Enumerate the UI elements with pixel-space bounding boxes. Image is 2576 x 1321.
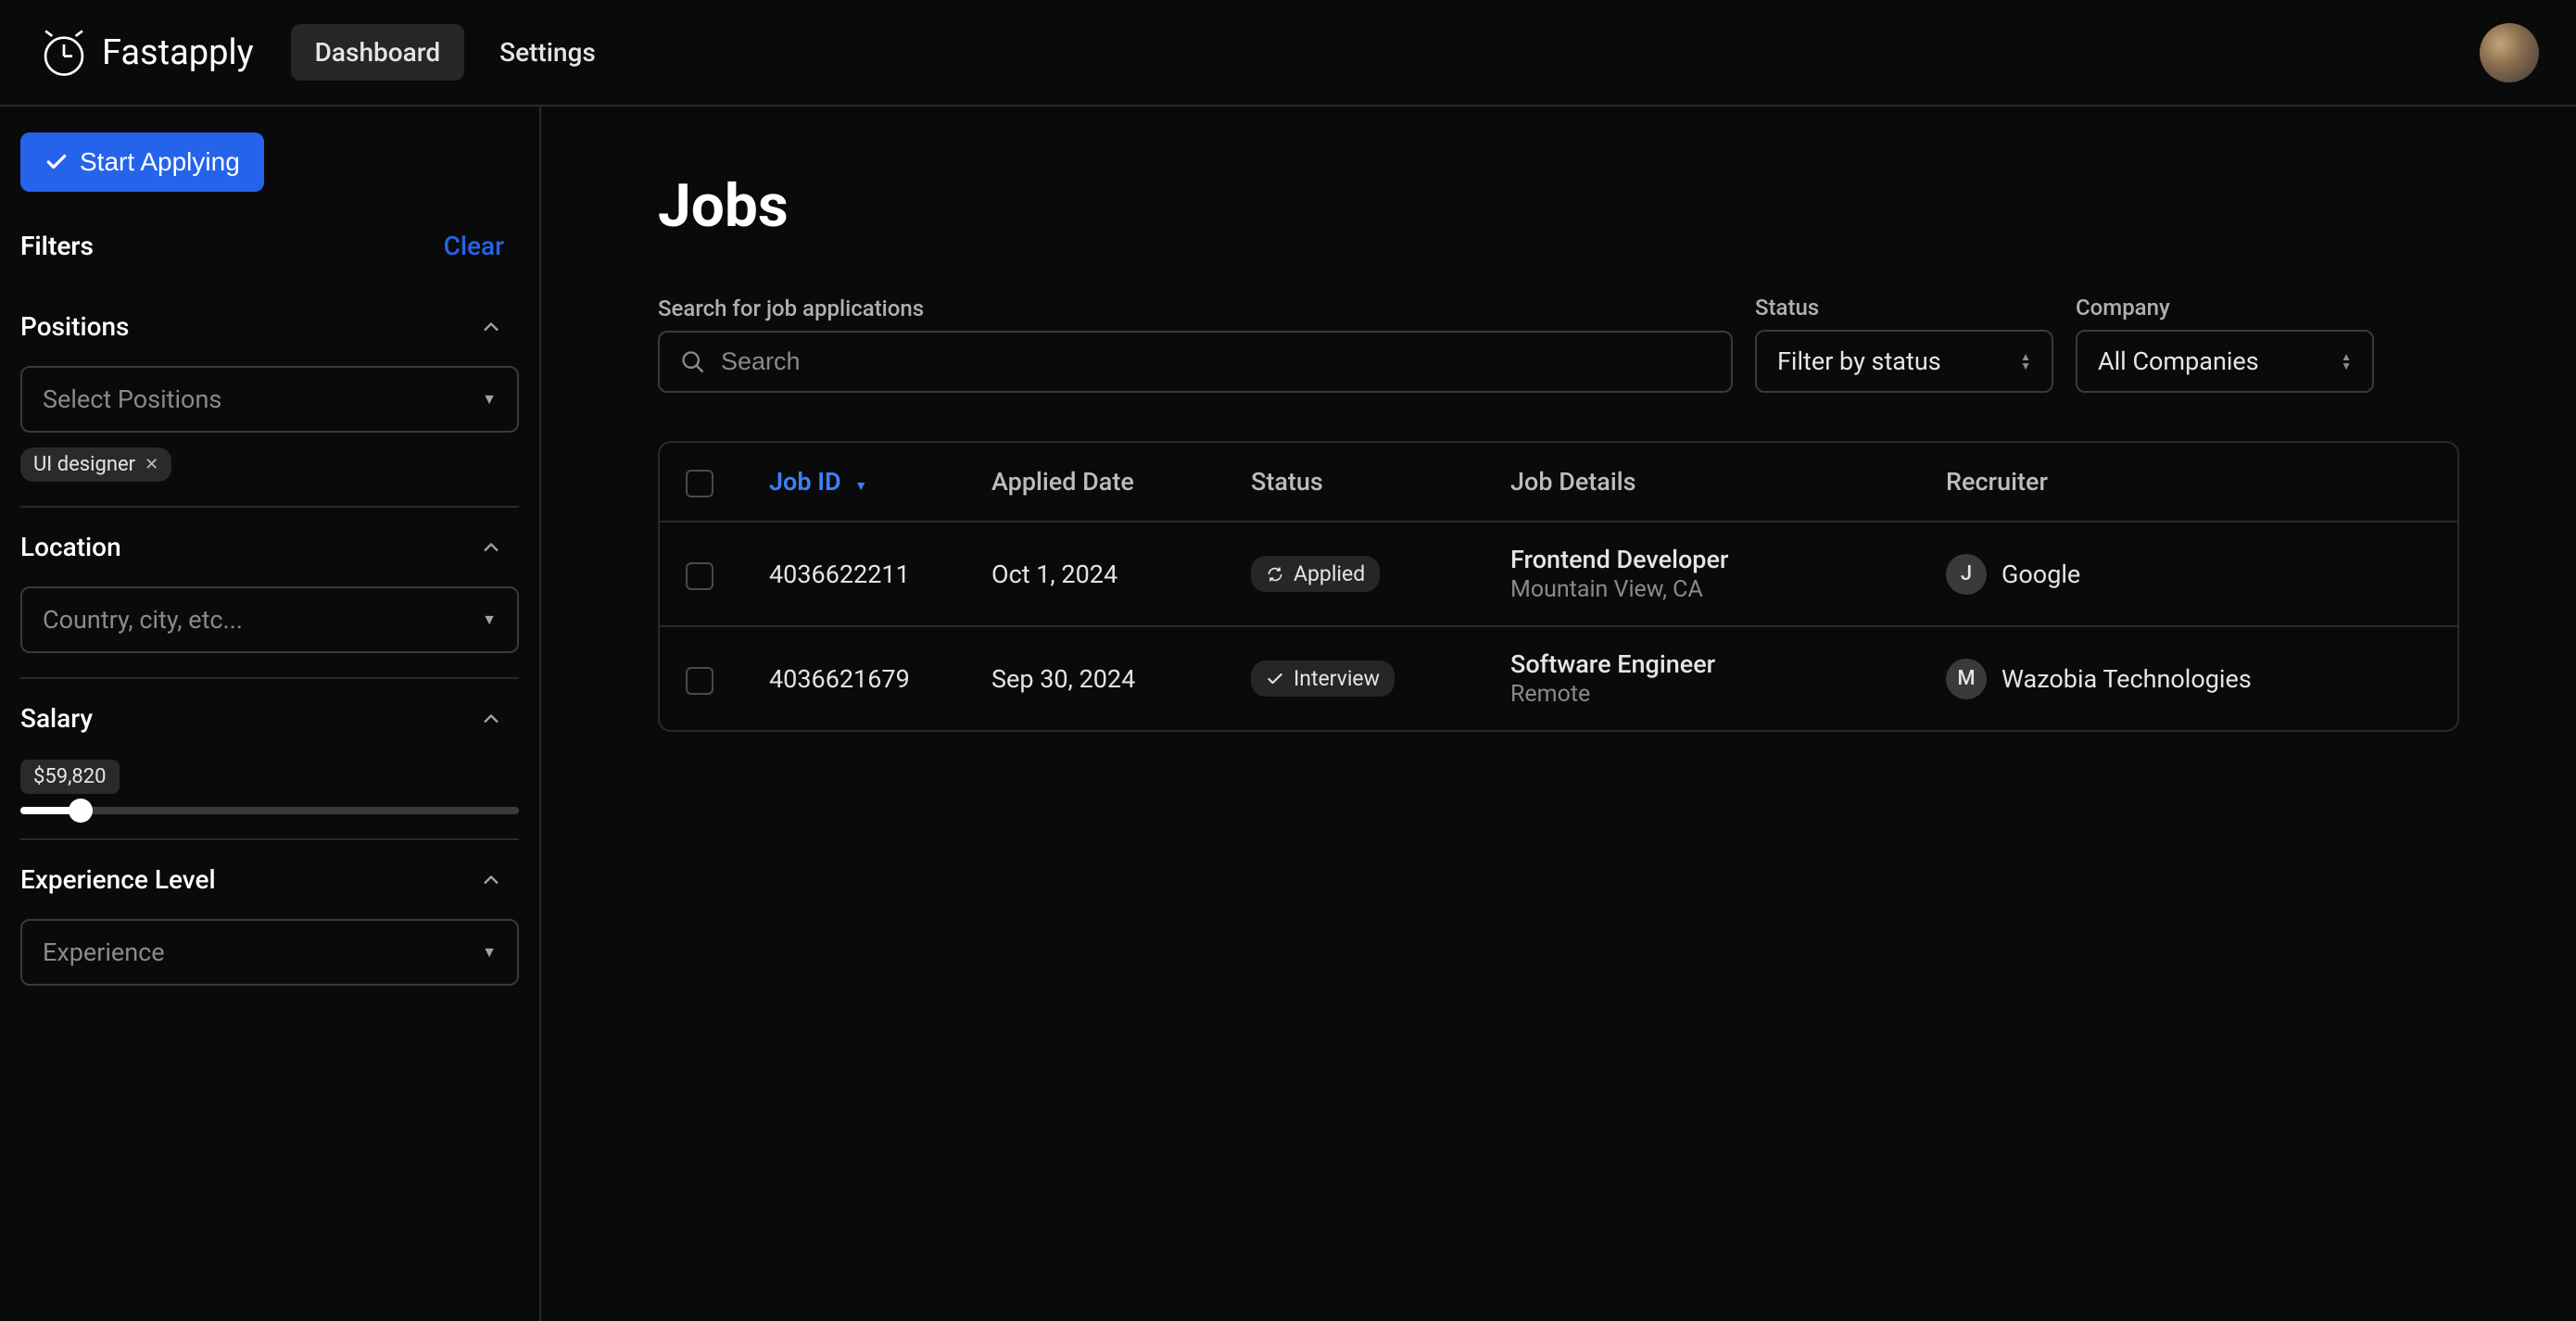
jobs-table: Job ID ▼ Applied Date Status Job Details… [658,441,2459,732]
dropdown-icon: ▼ [482,943,497,962]
status-value: Filter by status [1777,346,1941,376]
positions-placeholder: Select Positions [43,384,221,414]
sort-icon: ▲▼ [2341,352,2352,371]
clear-filters-link[interactable]: Clear [444,231,519,261]
filter-location: Location Country, city, etc... ▼ [20,506,519,677]
dropdown-icon: ▼ [482,390,497,409]
search-label: Search for job applications [658,296,1733,321]
table-header-row: Job ID ▼ Applied Date Status Job Details… [660,443,2457,522]
filter-location-title: Location [20,532,121,562]
experience-select[interactable]: Experience ▼ [20,919,519,986]
status-select[interactable]: Filter by status ▲▼ [1755,330,2053,393]
company-value: All Companies [2098,346,2259,376]
filter-experience-title: Experience Level [20,864,216,895]
cell-date: Sep 30, 2024 [966,626,1225,730]
position-chip: UI designer ✕ [20,447,171,482]
cell-job-details: Software Engineer Remote [1484,626,1920,730]
cell-recruiter: M Wazobia Technologies [1946,659,2431,699]
table-row[interactable]: 4036621679 Sep 30, 2024 Interview So [660,626,2457,730]
search-row: Search for job applications Status Filte… [658,295,2459,393]
recruiter-avatar: M [1946,659,1987,699]
nav-links: Dashboard Settings [291,24,620,81]
top-nav: Fastapply Dashboard Settings [0,0,2576,107]
start-applying-button[interactable]: Start Applying [20,132,264,192]
recruiter-company: Wazobia Technologies [2001,664,2252,694]
salary-slider[interactable] [20,807,519,814]
brand-name: Fastapply [102,32,254,73]
cell-recruiter: J Google [1946,554,2431,595]
salary-slider-thumb[interactable] [69,799,93,823]
chip-remove-icon[interactable]: ✕ [145,457,158,473]
filter-salary-toggle[interactable]: Salary [20,703,519,734]
page-title: Jobs [658,171,2459,241]
recruiter-company: Google [2001,560,2080,589]
chevron-up-icon [478,535,504,560]
cell-job-id: 4036622211 [743,522,966,626]
filter-positions-toggle[interactable]: Positions [20,311,519,342]
refresh-icon [1266,565,1284,584]
col-select [660,443,743,522]
filter-salary-title: Salary [20,703,93,734]
nav-settings[interactable]: Settings [475,24,620,81]
row-checkbox[interactable] [686,562,713,590]
chevron-up-icon [478,867,504,893]
experience-placeholder: Experience [43,937,165,967]
status-badge: Interview [1251,660,1395,697]
cell-job-details: Frontend Developer Mountain View, CA [1484,522,1920,626]
chevron-up-icon [478,706,504,732]
status-badge: Applied [1251,556,1380,592]
filter-experience: Experience Level Experience ▼ [20,838,519,1010]
filters-header: Filters Clear [20,231,519,261]
salary-value-badge: $59,820 [20,760,120,794]
dropdown-icon: ▼ [482,610,497,629]
company-field-group: Company All Companies ▲▼ [2076,295,2374,393]
filter-location-toggle[interactable]: Location [20,532,519,562]
sidebar: Start Applying Filters Clear Positions S… [0,107,541,1321]
brand-logo-icon [37,26,91,80]
location-select[interactable]: Country, city, etc... ▼ [20,586,519,653]
positions-select[interactable]: Select Positions ▼ [20,366,519,433]
search-field-group: Search for job applications [658,296,1733,393]
chevron-up-icon [478,314,504,340]
nav-dashboard[interactable]: Dashboard [291,24,464,81]
filter-salary: Salary $59,820 [20,677,519,838]
position-chip-label: UI designer [33,453,135,476]
location-placeholder: Country, city, etc... [43,605,243,635]
search-icon [680,349,706,375]
company-label: Company [2076,295,2374,321]
status-field-group: Status Filter by status ▲▼ [1755,295,2053,393]
col-job-id[interactable]: Job ID ▼ [743,443,966,522]
select-all-checkbox[interactable] [686,470,713,497]
check-icon [1266,670,1284,688]
check-icon [44,150,69,174]
filters-title: Filters [20,231,94,261]
col-applied-date[interactable]: Applied Date [966,443,1225,522]
filter-positions: Positions Select Positions ▼ UI designer… [20,287,519,506]
col-recruiter[interactable]: Recruiter [1920,443,2457,522]
table-row[interactable]: 4036622211 Oct 1, 2024 Applied [660,522,2457,626]
col-status[interactable]: Status [1225,443,1484,522]
company-select[interactable]: All Companies ▲▼ [2076,330,2374,393]
brand[interactable]: Fastapply [37,26,254,80]
search-input[interactable] [721,347,1711,376]
recruiter-avatar: J [1946,554,1987,595]
sort-desc-icon: ▼ [854,479,867,494]
row-checkbox[interactable] [686,667,713,695]
main-content: Jobs Search for job applications Status … [541,107,2576,1321]
status-label: Status [1755,295,2053,321]
sort-icon: ▲▼ [2020,352,2031,371]
cell-job-id: 4036621679 [743,626,966,730]
user-avatar[interactable] [2480,23,2539,82]
start-applying-label: Start Applying [80,147,240,177]
filter-positions-title: Positions [20,311,129,342]
filter-experience-toggle[interactable]: Experience Level [20,864,519,895]
cell-date: Oct 1, 2024 [966,522,1225,626]
col-job-details[interactable]: Job Details [1484,443,1920,522]
search-input-wrap [658,331,1733,393]
